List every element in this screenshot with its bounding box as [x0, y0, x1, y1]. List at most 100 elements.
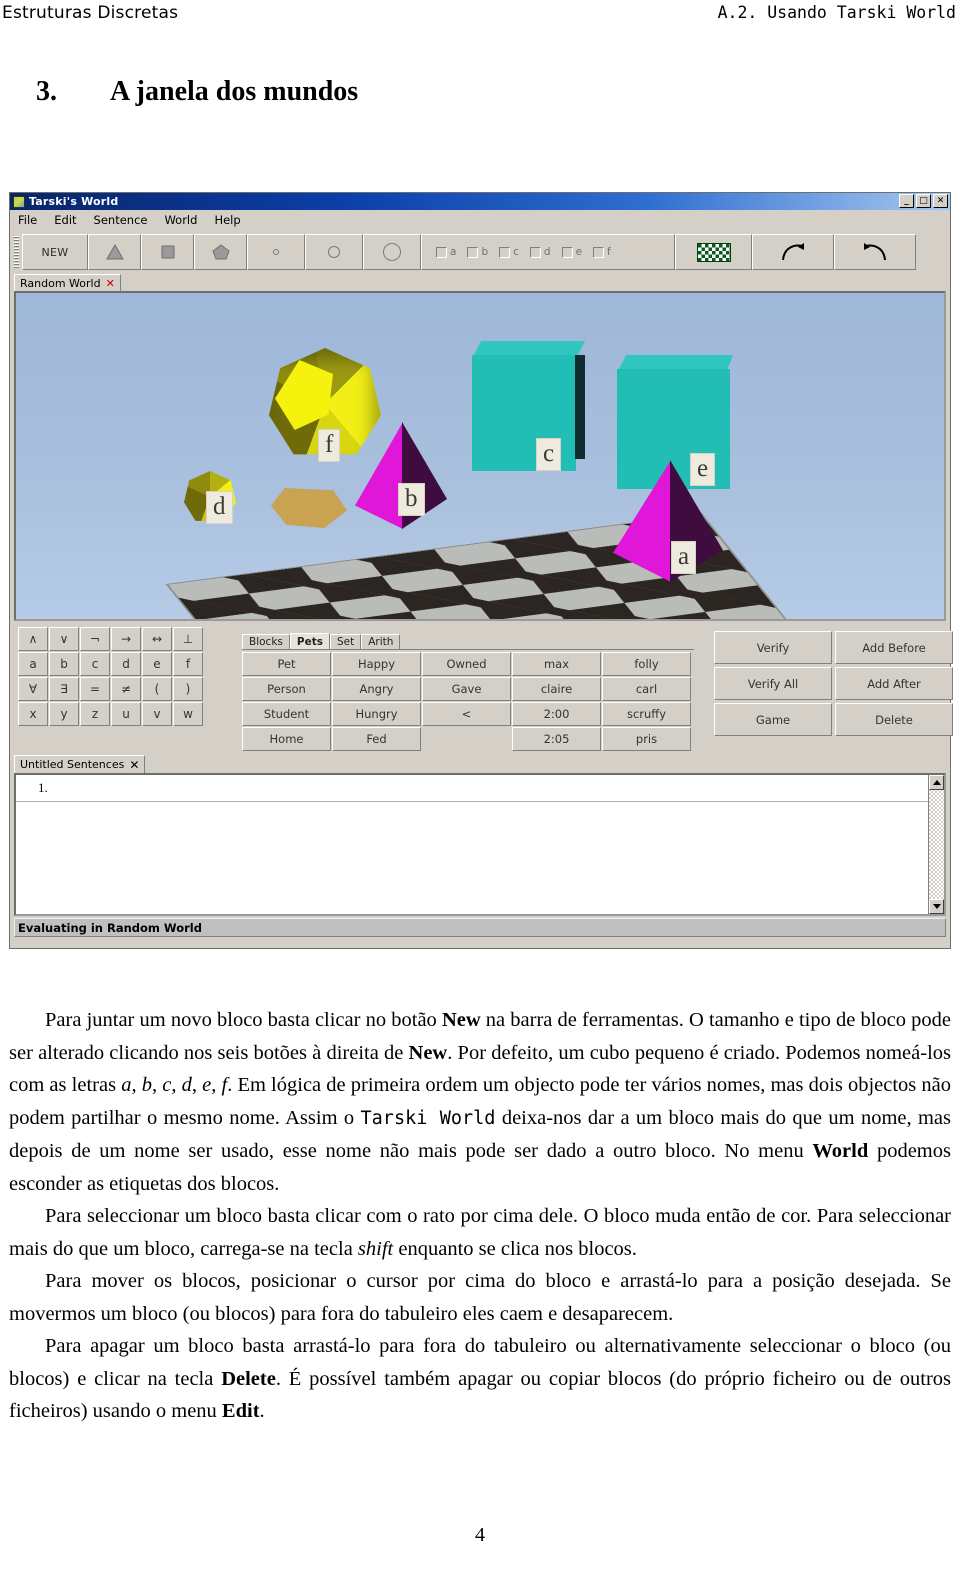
- tab-blocks[interactable]: Blocks: [242, 634, 290, 649]
- sentence-row-1[interactable]: 1.: [16, 775, 944, 802]
- checkbox-box-e[interactable]: [561, 246, 573, 258]
- predicate-button-person[interactable]: Person: [242, 677, 331, 701]
- name-checkbox-a[interactable]: a: [436, 246, 456, 258]
- keypad-implies-button[interactable]: →: [111, 627, 141, 651]
- scroll-up-icon[interactable]: [929, 775, 944, 790]
- maximize-icon[interactable]: □: [916, 194, 931, 208]
- predicate-button-student[interactable]: Student: [242, 702, 331, 726]
- world-object-tan-block[interactable]: [271, 488, 347, 528]
- world-tab-close-icon[interactable]: ✕: [106, 277, 115, 290]
- checkbox-box-a[interactable]: [436, 246, 447, 258]
- square-shape-icon[interactable]: [141, 234, 194, 270]
- keypad-rparen-button[interactable]: ): [173, 677, 203, 701]
- predicate-button-two-o-five[interactable]: 2:05: [512, 727, 601, 751]
- name-checkbox-b[interactable]: b: [467, 246, 488, 258]
- keypad-y-button[interactable]: y: [49, 702, 79, 726]
- verify-all-button[interactable]: Verify All: [714, 667, 832, 700]
- predicate-button-happy[interactable]: Happy: [332, 652, 421, 676]
- pentagon-shape-icon[interactable]: [194, 234, 247, 270]
- tab-pets[interactable]: Pets: [289, 633, 330, 649]
- predicate-button-folly[interactable]: folly: [602, 652, 691, 676]
- predicate-button-fed[interactable]: Fed: [332, 727, 421, 751]
- checkbox-box-c[interactable]: [499, 246, 511, 258]
- keypad-d-button[interactable]: d: [111, 652, 141, 676]
- tab-arith[interactable]: Arith: [361, 634, 401, 649]
- keypad-or-button[interactable]: ∨: [49, 627, 79, 651]
- checkbox-box-d[interactable]: [529, 246, 541, 258]
- name-checkbox-f[interactable]: f: [593, 246, 611, 258]
- name-label-d: d: [543, 246, 551, 258]
- predicate-button-claire[interactable]: claire: [512, 677, 601, 701]
- keypad-a-button[interactable]: a: [18, 652, 48, 676]
- keypad-e-button[interactable]: e: [142, 652, 172, 676]
- keypad-exists-button[interactable]: ∃: [49, 677, 79, 701]
- tab-set[interactable]: Set: [329, 634, 362, 649]
- keypad-iff-button[interactable]: ↔: [142, 627, 172, 651]
- predicate-button-pet[interactable]: Pet: [242, 652, 331, 676]
- keypad-equals-button[interactable]: =: [80, 677, 110, 701]
- predicate-button-gave[interactable]: Gave: [422, 677, 511, 701]
- status-bar: Evaluating in Random World: [14, 918, 946, 937]
- close-icon[interactable]: ✕: [933, 194, 948, 208]
- keypad-notequals-button[interactable]: ≠: [111, 677, 141, 701]
- predicate-button-owned[interactable]: Owned: [422, 652, 511, 676]
- scroll-down-icon[interactable]: [929, 899, 944, 914]
- predicate-button-lessthan[interactable]: <: [422, 702, 511, 726]
- name-checkbox-e[interactable]: e: [561, 246, 582, 258]
- name-checkbox-d[interactable]: d: [529, 246, 551, 258]
- keypad-and-button[interactable]: ∧: [18, 627, 48, 651]
- game-button[interactable]: Game: [714, 703, 832, 736]
- rotate-right-icon[interactable]: [752, 234, 834, 270]
- world-tab-random-world[interactable]: Random World ✕: [14, 274, 121, 291]
- verify-button[interactable]: Verify: [714, 631, 832, 664]
- keypad-b-button[interactable]: b: [49, 652, 79, 676]
- keypad-x-button[interactable]: x: [18, 702, 48, 726]
- menu-item-world[interactable]: World: [164, 213, 197, 227]
- minimize-icon[interactable]: _: [899, 194, 914, 208]
- sentences-tab-untitled[interactable]: Untitled Sentences ✕: [14, 755, 146, 773]
- menu-item-file[interactable]: File: [18, 213, 37, 227]
- triangle-shape-icon[interactable]: [88, 234, 141, 270]
- new-block-button[interactable]: NEW: [22, 234, 88, 270]
- predicate-button-pris[interactable]: pris: [602, 727, 691, 751]
- predicate-button-carl[interactable]: carl: [602, 677, 691, 701]
- predicate-button-max[interactable]: max: [512, 652, 601, 676]
- predicate-button-scruffy[interactable]: scruffy: [602, 702, 691, 726]
- delete-button[interactable]: Delete: [835, 703, 953, 736]
- keypad-w-button[interactable]: w: [173, 702, 203, 726]
- checkerboard-icon[interactable]: [675, 234, 752, 270]
- toolbar-grip[interactable]: [13, 235, 20, 269]
- keypad-not-button[interactable]: ¬: [80, 627, 110, 651]
- checkbox-box-b[interactable]: [467, 246, 479, 258]
- keypad-u-button[interactable]: u: [111, 702, 141, 726]
- sentences-vertical-scrollbar[interactable]: [928, 775, 944, 914]
- world-object-c[interactable]: [472, 341, 585, 471]
- keypad-c-button[interactable]: c: [80, 652, 110, 676]
- predicate-button-two-oclock[interactable]: 2:00: [512, 702, 601, 726]
- world-3d-view[interactable]: f d b c e a: [14, 291, 946, 621]
- size-medium-icon[interactable]: [305, 234, 363, 270]
- keypad-z-button[interactable]: z: [80, 702, 110, 726]
- predicate-button-hungry[interactable]: Hungry: [332, 702, 421, 726]
- menu-item-edit[interactable]: Edit: [54, 213, 76, 227]
- menu-item-sentence[interactable]: Sentence: [94, 213, 148, 227]
- rotate-left-icon[interactable]: [834, 234, 916, 270]
- sentences-tab-close-icon[interactable]: ✕: [129, 758, 139, 772]
- add-after-button[interactable]: Add After: [835, 667, 953, 700]
- world-object-a[interactable]: [613, 460, 723, 582]
- name-checkbox-c[interactable]: c: [499, 246, 519, 258]
- add-before-button[interactable]: Add Before: [835, 631, 953, 664]
- size-large-icon[interactable]: [363, 234, 421, 270]
- sentences-editor[interactable]: 1.: [14, 773, 946, 916]
- keypad-v-button[interactable]: v: [142, 702, 172, 726]
- predicate-button-angry[interactable]: Angry: [332, 677, 421, 701]
- checkbox-box-f[interactable]: [593, 246, 605, 258]
- menu-item-help[interactable]: Help: [214, 213, 240, 227]
- keypad-lparen-button[interactable]: (: [142, 677, 172, 701]
- keypad-forall-button[interactable]: ∀: [18, 677, 48, 701]
- keypad-f-button[interactable]: f: [173, 652, 203, 676]
- name-label-a: a: [450, 246, 457, 258]
- predicate-button-home[interactable]: Home: [242, 727, 331, 751]
- size-small-icon[interactable]: [247, 234, 305, 270]
- keypad-bottom-button[interactable]: ⊥: [173, 627, 203, 651]
